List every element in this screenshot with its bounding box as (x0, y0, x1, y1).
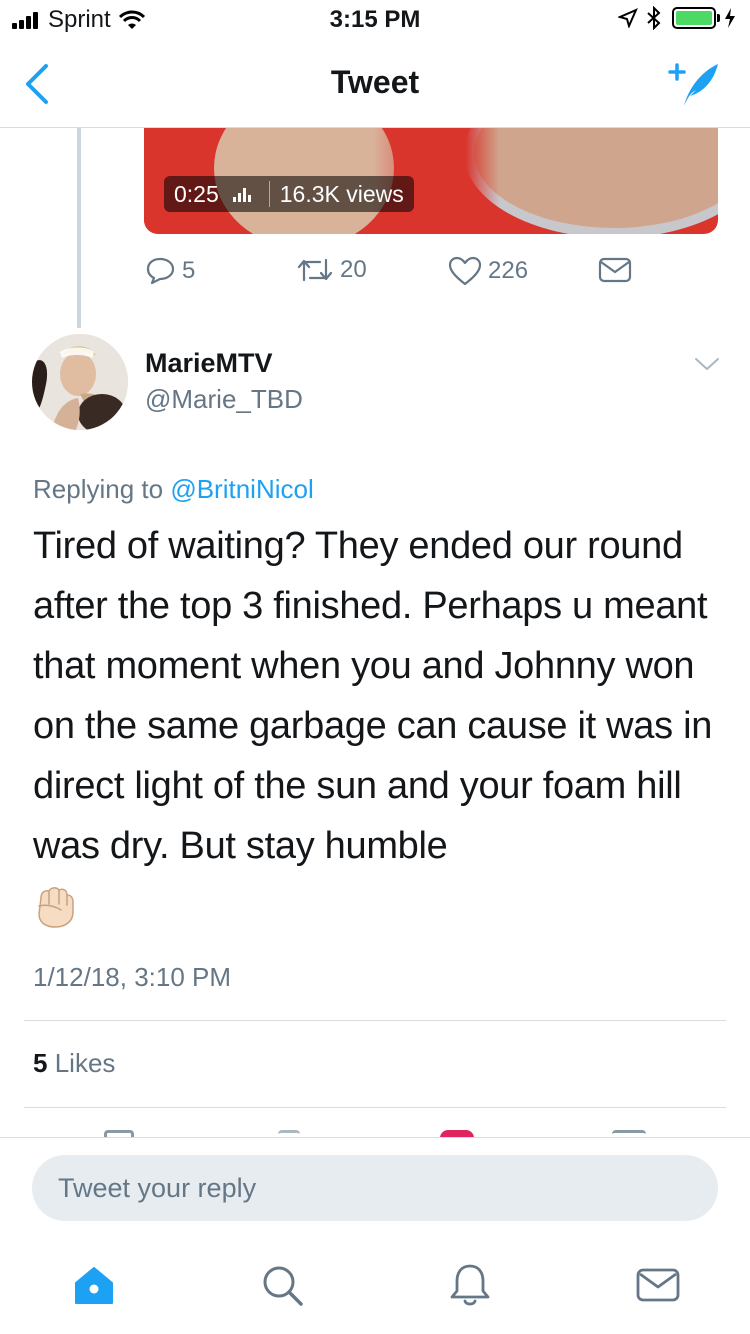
reply-bar (0, 1137, 750, 1235)
envelope-icon (598, 257, 632, 283)
compose-tweet-icon[interactable] (666, 58, 722, 110)
tweet-text: Tired of waiting? They ended our round a… (33, 525, 713, 867)
retweet-button[interactable]: 20 (296, 256, 367, 284)
badge-separator (268, 181, 270, 207)
like-count: 226 (488, 257, 529, 284)
direct-message-button[interactable] (598, 256, 638, 284)
video-duration: 0:25 (174, 180, 219, 207)
video-views: 16.3K views (279, 180, 404, 207)
status-bar: Sprint 3:15 PM (0, 0, 750, 40)
status-right (618, 6, 736, 30)
retweet-count: 20 (340, 256, 367, 283)
likes-label: Likes (54, 1048, 116, 1078)
heart-icon (448, 256, 482, 286)
likes-summary[interactable]: 5 Likes (33, 1048, 115, 1079)
video-thumbnail[interactable]: 0:25 16.3K views (144, 128, 718, 234)
replying-to: Replying to @BritniNicol (33, 474, 314, 505)
reply-input[interactable] (32, 1155, 718, 1221)
author-handle[interactable]: @Marie_TBD (145, 384, 303, 415)
bluetooth-icon (647, 6, 661, 30)
tweet-timestamp: 1/12/18, 3:10 PM (33, 962, 232, 992)
avatar-image (32, 334, 128, 430)
divider (24, 1020, 726, 1021)
reply-button[interactable]: 5 (146, 256, 195, 286)
thread-line (77, 128, 81, 328)
battery-icon (672, 7, 720, 29)
tab-bar (0, 1235, 750, 1334)
page-title: Tweet (330, 64, 420, 100)
home-icon[interactable] (70, 1261, 118, 1309)
likes-count: 5 (33, 1048, 48, 1078)
avatar[interactable] (32, 334, 128, 430)
search-icon[interactable] (258, 1261, 306, 1309)
raised-fist-emoji (38, 887, 74, 928)
video-info-badge: 0:25 16.3K views (164, 176, 414, 212)
replying-prefix: Replying to (33, 474, 164, 504)
reply-count: 5 (182, 257, 196, 284)
retweet-icon (297, 258, 333, 282)
volume-bars-icon (232, 186, 253, 202)
tweet-actions: 5 20 226 (144, 256, 704, 292)
chevron-down-icon[interactable] (694, 354, 720, 374)
divider (24, 1107, 726, 1108)
replying-to-link[interactable]: @BritniNicol (170, 474, 313, 504)
messages-icon[interactable] (634, 1261, 682, 1309)
like-button[interactable]: 226 (448, 256, 528, 286)
author-name[interactable]: MarieMTV (145, 348, 273, 379)
location-icon (618, 8, 638, 28)
reply-icon (146, 257, 175, 285)
charging-icon (725, 8, 735, 28)
navigation-bar: Tweet (0, 40, 750, 128)
notifications-icon[interactable] (446, 1261, 494, 1309)
